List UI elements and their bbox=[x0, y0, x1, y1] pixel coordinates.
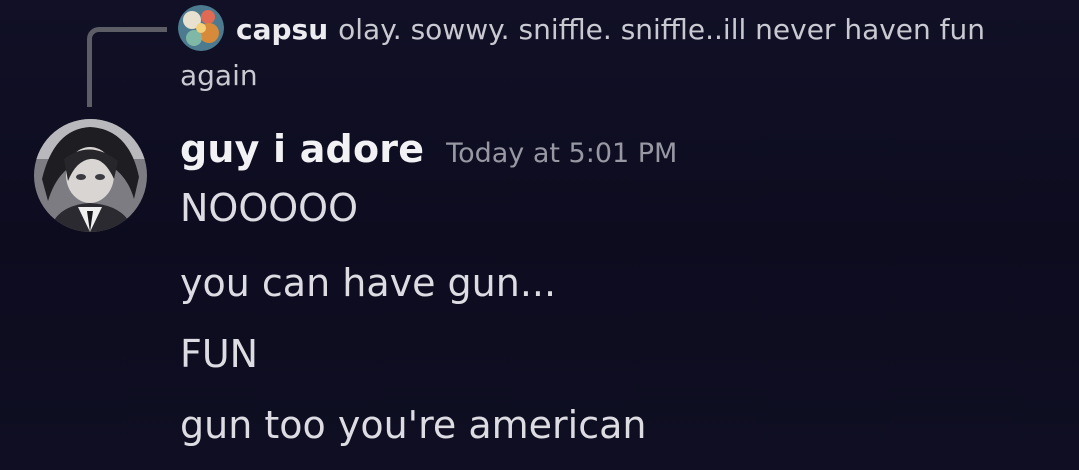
author-avatar-icon[interactable] bbox=[34, 119, 147, 232]
message-header: guy i adore Today at 5:01 PM bbox=[180, 127, 677, 177]
message-line: NOOOOO bbox=[180, 186, 358, 230]
message-line: you can have gun... bbox=[180, 261, 557, 305]
reply-author-name[interactable]: capsu bbox=[236, 13, 328, 46]
message-line: FUN bbox=[180, 332, 259, 376]
message-line: gun too you're american bbox=[180, 403, 647, 447]
reply-preview[interactable]: capsu olay. sowwy. sniffle. sniffle..ill … bbox=[180, 7, 1040, 99]
message-timestamp[interactable]: Today at 5:01 PM bbox=[446, 138, 677, 169]
author-name[interactable]: guy i adore bbox=[180, 127, 424, 171]
reply-connector-line bbox=[87, 27, 167, 107]
chat-message-view: capsu olay. sowwy. sniffle. sniffle..ill … bbox=[0, 0, 1079, 470]
